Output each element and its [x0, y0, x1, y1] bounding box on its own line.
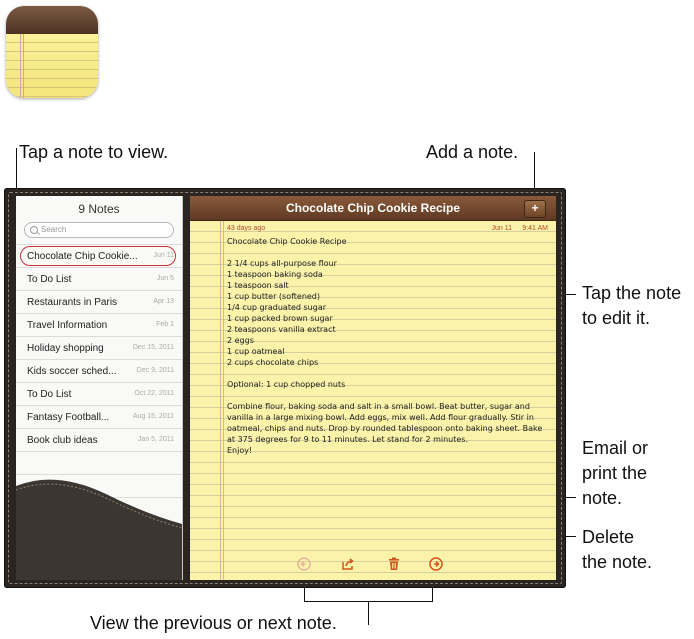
callout-add-note: Add a note.	[426, 142, 519, 162]
note-age: 43 days ago	[227, 225, 266, 232]
notes-list-pane: 9 Notes Search Chocolate Chip Cookie... …	[16, 196, 183, 580]
share-button[interactable]	[340, 556, 356, 572]
list-item[interactable]: To Do List Jun 5	[16, 268, 182, 291]
note-date: Dec 9, 2011	[136, 367, 174, 374]
note-title: To Do List	[27, 389, 72, 400]
leather-pocket	[16, 479, 182, 580]
app-icon-margin	[20, 34, 21, 98]
next-note-button[interactable]	[428, 556, 444, 572]
note-date: Jan 5, 2011	[137, 436, 174, 443]
callout-prev-next: View the previous or next note.	[90, 613, 337, 633]
next-arrow-icon	[429, 557, 443, 571]
list-item[interactable]: Travel Information Feb 1	[16, 314, 182, 337]
previous-note-button[interactable]	[296, 556, 312, 572]
search-icon	[30, 226, 38, 234]
margin-line	[223, 221, 224, 580]
share-icon	[342, 558, 354, 570]
search-placeholder: Search	[41, 225, 67, 234]
note-title: Kids soccer sched...	[27, 366, 117, 377]
note-date: Apr 13	[153, 298, 174, 305]
delete-button[interactable]	[386, 556, 402, 572]
note-title: To Do List	[27, 274, 72, 285]
notes-app-icon	[6, 6, 98, 98]
note-date: Feb 1	[156, 321, 174, 328]
callout-tap-note-view: Tap a note to view.	[19, 142, 169, 162]
callout-delete-note: Delete the note.	[582, 527, 653, 572]
note-paper[interactable]: 43 days ago Jun 11 9:41 AM Chocolate Chi…	[190, 221, 556, 580]
note-detail-pane: Chocolate Chip Cookie Recipe + 43 days a…	[190, 196, 556, 580]
notes-app-window: 9 Notes Search Chocolate Chip Cookie... …	[4, 188, 566, 588]
note-date: Aug 15, 2011	[132, 413, 174, 420]
notes-list: Chocolate Chip Cookie... Jun 11 To Do Li…	[16, 244, 182, 498]
list-item[interactable]: To Do List Oct 22, 2011	[16, 383, 182, 406]
notes-count-header: 9 Notes	[78, 202, 120, 216]
list-item[interactable]: Chocolate Chip Cookie... Jun 11	[16, 245, 182, 268]
callout-tap-to-edit: Tap the note to edit it.	[582, 283, 682, 328]
list-item[interactable]: Fantasy Football... Aug 15, 2011	[16, 406, 182, 429]
note-title: Fantasy Football...	[27, 412, 110, 423]
list-item[interactable]: Restaurants in Paris Apr 13	[16, 291, 182, 314]
app-icon-margin	[23, 34, 24, 98]
note-date: Jun 11	[491, 225, 513, 232]
note-title: Chocolate Chip Cookie...	[27, 251, 138, 262]
trash-icon	[389, 557, 399, 570]
add-note-button[interactable]: +	[524, 200, 546, 218]
note-date: Dec 15, 2011	[132, 344, 174, 351]
note-time: 9:41 AM	[522, 225, 548, 232]
note-title-heading: Chocolate Chip Cookie Recipe	[285, 201, 461, 215]
list-item[interactable]: Book club ideas Jan 5, 2011	[16, 429, 182, 452]
list-item[interactable]: Holiday shopping Dec 15, 2011	[16, 337, 182, 360]
previous-arrow-icon	[297, 557, 311, 571]
note-date: Jun 11	[153, 252, 175, 259]
note-title-bar: Chocolate Chip Cookie Recipe +	[190, 196, 556, 221]
note-body[interactable]: Chocolate Chip Cookie Recipe 2 1/4 cups …	[227, 236, 547, 456]
note-title: Restaurants in Paris	[27, 297, 118, 308]
list-item[interactable]: Kids soccer sched... Dec 9, 2011	[16, 360, 182, 383]
app-icon-cover	[6, 6, 98, 34]
note-date: Jun 5	[156, 275, 174, 282]
leader-line	[368, 601, 369, 625]
note-title: Holiday shopping	[27, 343, 104, 354]
note-title: Travel Information	[27, 320, 108, 331]
note-toolbar	[190, 556, 556, 572]
callout-email-print: Email or print the note.	[582, 438, 649, 508]
search-input[interactable]: Search	[24, 222, 174, 238]
note-date: Oct 22, 2011	[134, 390, 174, 397]
note-title: Book club ideas	[27, 435, 98, 446]
margin-line	[220, 221, 221, 580]
